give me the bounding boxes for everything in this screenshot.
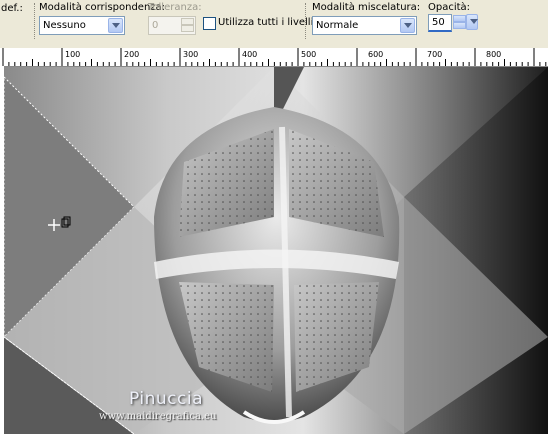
watermark-name: Pinuccia: [129, 389, 203, 409]
preset-label: def.:: [1, 3, 23, 14]
horizontal-ruler: 100 200 300 400 500 600 700 800: [0, 48, 548, 67]
ruler-label: 400: [242, 50, 258, 59]
chevron-down-icon[interactable]: [466, 14, 478, 30]
opacity-input[interactable]: 50: [428, 14, 452, 32]
blend-mode-dropdown[interactable]: Normale: [312, 16, 417, 35]
opacity-value: 50: [432, 17, 445, 28]
blend-mode-value: Normale: [316, 20, 359, 31]
ruler-label: 700: [427, 50, 443, 59]
toolbar-separator: [305, 3, 307, 39]
ruler-label: 200: [124, 50, 140, 59]
image-canvas[interactable]: Pinuccia www.maidiregrafica.eu: [4, 67, 548, 434]
match-mode-dropdown[interactable]: Nessuno: [39, 16, 125, 35]
match-mode-label: Modalità corrispondenza:: [39, 2, 166, 13]
ruler-ticks: [2, 48, 547, 66]
match-mode-value: Nessuno: [43, 20, 86, 31]
chevron-down-icon[interactable]: [400, 18, 415, 33]
opacity-dropdown[interactable]: [465, 14, 478, 31]
opacity-label: Opacità:: [428, 2, 471, 13]
tolerance-value: 0: [152, 20, 159, 31]
use-all-layers-label: Utilizza tutti i livelli: [218, 17, 314, 28]
watermark-url: www.maidiregrafica.eu: [99, 411, 217, 422]
ruler-label: 100: [65, 50, 81, 59]
tolerance-label: Tolleranza:: [148, 2, 202, 13]
toolbar-separator: [34, 3, 36, 39]
ruler-label: 500: [301, 50, 317, 59]
ruler-label: 600: [368, 50, 384, 59]
tolerance-spin-arrows[interactable]: [181, 18, 194, 33]
tool-options-bar: def.: Modalità corrispondenza: Nessuno T…: [0, 0, 548, 49]
canvas-artwork: [4, 67, 548, 434]
ruler-label: 800: [486, 50, 502, 59]
blend-mode-label: Modalità miscelatura:: [312, 2, 421, 13]
ruler-label: 300: [183, 50, 199, 59]
chevron-down-icon[interactable]: [108, 18, 123, 33]
tolerance-spinbox[interactable]: 0: [148, 16, 196, 35]
use-all-layers-checkbox[interactable]: [203, 17, 216, 30]
